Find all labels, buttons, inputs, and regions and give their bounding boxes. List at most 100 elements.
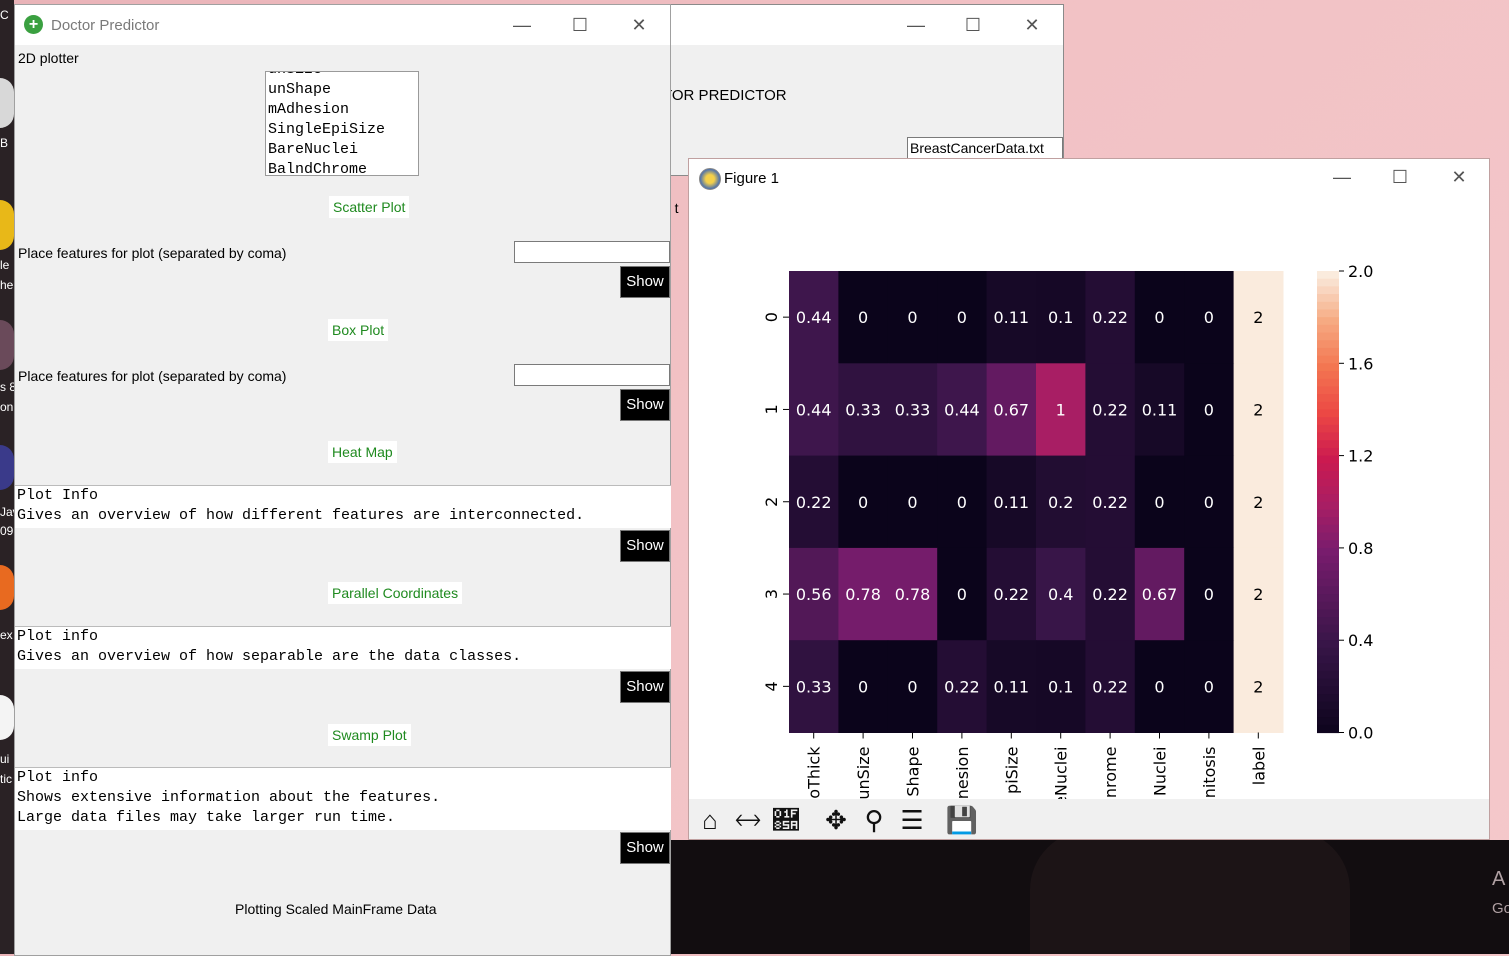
file-field[interactable]: BreastCancerData.txt (907, 137, 1063, 159)
list-item[interactable]: unShape (266, 80, 418, 100)
list-item[interactable]: mAdhesion (266, 100, 418, 120)
desktop-icon[interactable] (0, 320, 14, 370)
colorbar-segment (1317, 294, 1339, 303)
heat-map-button[interactable]: Heat Map (328, 441, 397, 463)
back-arrow-icon[interactable]: 🡘 (731, 803, 765, 837)
list-item[interactable]: BareNuclei (266, 140, 418, 160)
colorbar-segment (1317, 324, 1339, 334)
heatmap-show-button[interactable]: Show (620, 530, 670, 562)
cell-annotation: 0.44 (944, 400, 980, 419)
figure-window[interactable]: Figure 1 — ☐ ✕ 0.44 0 0 0 0.11 0.1 0.22 0 0 2 0.44… (688, 158, 1490, 840)
minimize-icon[interactable]: — (507, 15, 537, 36)
close-icon[interactable]: ✕ (1017, 15, 1047, 36)
cell-annotation: 0 (858, 493, 868, 512)
box-prompt: Place features for plot (separated by co… (18, 368, 287, 384)
desktop-icon[interactable] (0, 78, 14, 128)
col-tick-label: oThick (805, 746, 824, 799)
row-tick-label: 2 (762, 497, 781, 507)
minimize-icon[interactable]: — (901, 15, 931, 36)
colorbar-segment (1317, 470, 1339, 480)
cell-annotation: 2 (1253, 585, 1263, 604)
info-title: Plot info (17, 769, 99, 786)
list-item[interactable]: BalndChrome (266, 160, 418, 175)
cell-annotation: 0.22 (796, 493, 832, 512)
col-tick-label: piSize (1002, 747, 1021, 794)
cell-annotation: 0 (1204, 400, 1214, 419)
desktop-icon-label: ex (0, 628, 13, 642)
colorbar-segment (1317, 655, 1339, 664)
desktop-icon[interactable] (0, 200, 14, 250)
close-icon[interactable]: ✕ (624, 15, 654, 36)
maximize-icon[interactable]: ☐ (958, 15, 988, 36)
swamp-plot-button[interactable]: Swamp Plot (328, 724, 411, 746)
cell-annotation: 2 (1253, 677, 1263, 696)
desktop-icon-label: he (0, 278, 14, 292)
parallel-coordinates-button[interactable]: Parallel Coordinates (328, 582, 463, 604)
cell-annotation: 0 (1154, 308, 1164, 327)
box-plot-button[interactable]: Box Plot (328, 319, 389, 341)
colorbar-segment (1317, 347, 1339, 357)
colorbar-segment (1317, 309, 1339, 318)
cell-annotation: 0 (957, 308, 967, 327)
scatter-prompt: Place features for plot (separated by co… (18, 245, 287, 261)
cell-annotation: 0 (907, 308, 917, 327)
window-title: Doctor Predictor (51, 17, 160, 34)
info-text: Shows extensive information about the fe… (17, 789, 441, 806)
cell-annotation: 0.11 (993, 493, 1029, 512)
row-tick-label: 4 (762, 681, 781, 691)
info-title: Plot info (17, 628, 99, 645)
cell-annotation: 0.1 (1048, 308, 1073, 327)
plotter-heading: 2D plotter (18, 50, 79, 66)
colorbar-segment (1317, 594, 1339, 603)
configure-icon[interactable]: ☰ (895, 803, 929, 837)
colorbar-segment (1317, 701, 1339, 711)
colorbar-segment (1317, 601, 1339, 611)
cell-annotation: 0.33 (895, 400, 931, 419)
cell-annotation: 2 (1253, 308, 1263, 327)
scatter-show-button[interactable]: Show (620, 266, 670, 298)
back-window-titlebar[interactable]: — ☐ ✕ (661, 5, 1063, 45)
feature-listbox[interactable]: unSize unShape mAdhesion SingleEpiSize B… (265, 71, 419, 176)
box-show-button[interactable]: Show (620, 389, 670, 421)
colorbar-segment (1317, 455, 1339, 464)
desktop-icon-label: ui (0, 752, 10, 766)
parallel-show-button[interactable]: Show (620, 671, 670, 703)
maximize-icon[interactable]: ☐ (565, 15, 595, 36)
desktop-icon[interactable] (0, 445, 14, 490)
desktop-icon[interactable] (0, 565, 14, 610)
col-tick-label: nesion (953, 747, 972, 800)
forward-arrow-icon[interactable]: 🡚 (769, 803, 803, 837)
colorbar-tick-label: 0.0 (1348, 724, 1373, 743)
cell-annotation: 0 (1204, 677, 1214, 696)
scatter-features-input[interactable] (514, 241, 670, 263)
cell-annotation: 0.67 (993, 400, 1029, 419)
desktop-icon-label: C (0, 8, 9, 22)
scatter-plot-button[interactable]: Scatter Plot (329, 196, 410, 218)
colorbar-segment (1317, 670, 1339, 680)
colorbar-segment (1317, 547, 1339, 557)
doctor-predictor-window[interactable]: + Doctor Predictor — ☐ ✕ 2D plotter unSi… (14, 4, 671, 956)
cell-annotation: 0 (1204, 585, 1214, 604)
zoom-icon[interactable]: ⚲ (857, 803, 891, 837)
main-window-titlebar[interactable]: + Doctor Predictor — ☐ ✕ (15, 5, 670, 45)
list-item[interactable]: SingleEpiSize (266, 120, 418, 140)
home-icon[interactable]: ⌂ (693, 803, 727, 837)
save-icon[interactable]: 💾 (945, 803, 979, 837)
colorbar-segment (1317, 440, 1339, 449)
list-item[interactable]: unSize (266, 72, 418, 80)
colorbar-segment (1317, 717, 1339, 726)
swamp-show-button[interactable]: Show (620, 832, 670, 864)
app-plus-icon: + (24, 15, 43, 34)
pan-icon[interactable]: ✥ (819, 803, 853, 837)
cell-annotation: 0 (957, 493, 967, 512)
desktop-icon-label: B (0, 136, 9, 150)
colorbar-segment (1317, 624, 1339, 634)
activation-watermark: A (1492, 868, 1506, 890)
cell-annotation: 0.11 (993, 308, 1029, 327)
desktop-icon[interactable] (0, 695, 14, 740)
col-tick-label: nitosis (1200, 747, 1219, 799)
back-window[interactable]: — ☐ ✕ TOR PREDICTOR BreastCancerData.txt… (660, 4, 1064, 216)
colorbar-segment (1317, 286, 1339, 295)
box-features-input[interactable] (514, 364, 670, 386)
desktop-icon-label: le (0, 258, 10, 272)
